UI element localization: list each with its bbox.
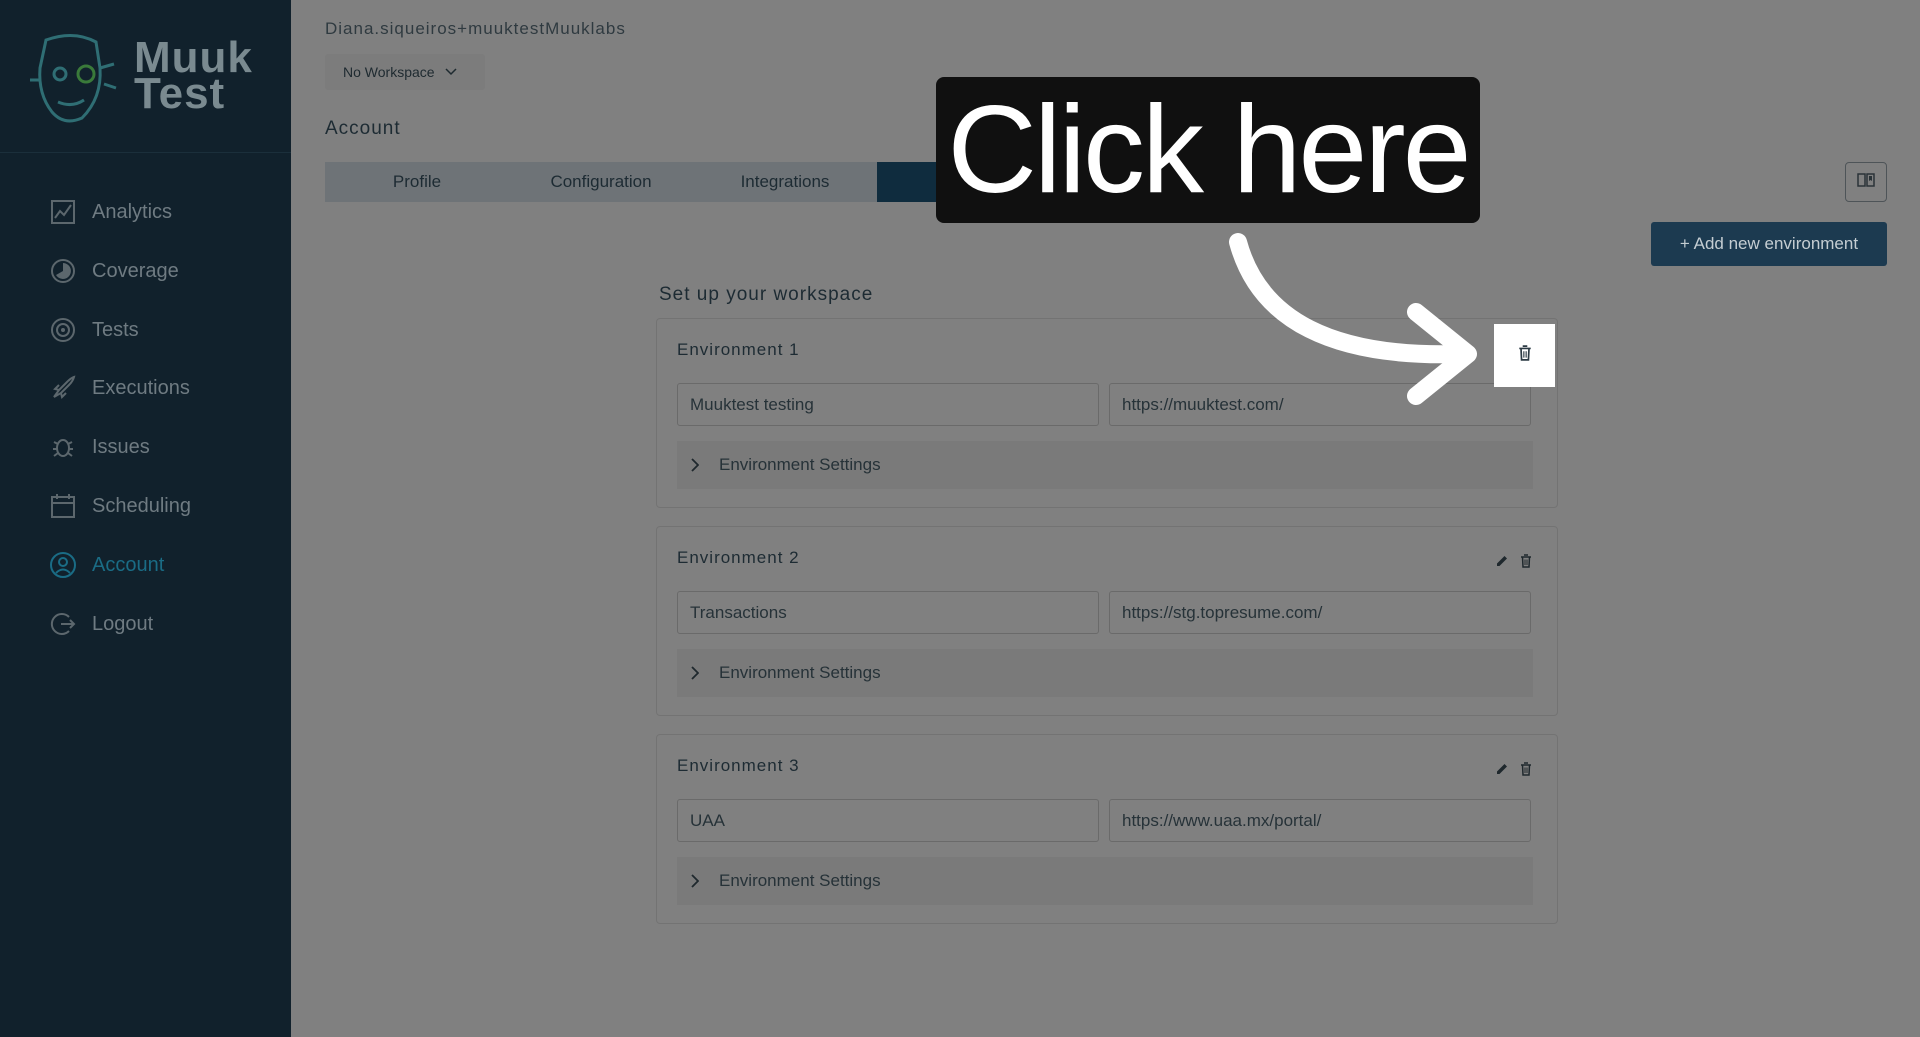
chevron-right-icon xyxy=(691,666,719,680)
book-help-button[interactable] xyxy=(1845,162,1887,202)
sidebar-item-scheduling[interactable]: Scheduling xyxy=(48,488,191,524)
coverage-icon xyxy=(48,256,78,286)
sidebar-item-label: Analytics xyxy=(92,200,173,223)
environment-actions xyxy=(1493,760,1535,778)
robot-face-logo-icon xyxy=(30,34,117,123)
environment-settings-toggle[interactable]: Environment Settings xyxy=(677,441,1533,489)
chevron-right-icon xyxy=(691,874,719,888)
trash-icon[interactable] xyxy=(1517,552,1535,570)
highlighted-delete-target[interactable] xyxy=(1494,324,1555,387)
sidebar: Muuk Test Analytics Coverage Tests Execu… xyxy=(0,0,291,1037)
sidebar-item-label: Executions xyxy=(92,376,190,399)
environment-card: Environment 3 UAA https://www.uaa.mx/por… xyxy=(656,734,1558,924)
tests-icon xyxy=(48,315,78,345)
environment-card: Environment 2 Transactions https://stg.t… xyxy=(656,526,1558,716)
environment-url-field[interactable]: https://www.uaa.mx/portal/ xyxy=(1109,799,1531,842)
environment-settings-toggle[interactable]: Environment Settings xyxy=(677,857,1533,905)
sidebar-item-label: Logout xyxy=(92,612,154,635)
sidebar-item-label: Issues xyxy=(92,435,150,458)
pointer-arrow-icon xyxy=(1229,233,1477,405)
trash-icon[interactable] xyxy=(1518,345,1532,366)
environment-name-field[interactable]: Transactions xyxy=(677,591,1099,634)
environment-settings-label: Environment Settings xyxy=(719,455,881,474)
sidebar-item-analytics[interactable]: Analytics xyxy=(48,194,172,230)
environment-settings-label: Environment Settings xyxy=(719,871,881,890)
sidebar-divider xyxy=(0,152,291,153)
user-email: Diana.siqueiros+muuktestMuuklabs xyxy=(325,19,626,38)
environment-url-field[interactable]: https://stg.topresume.com/ xyxy=(1109,591,1531,634)
sidebar-item-executions[interactable]: Executions xyxy=(48,370,190,406)
environment-title: Environment 1 xyxy=(677,340,800,359)
trash-icon[interactable] xyxy=(1517,760,1535,778)
add-new-environment-button[interactable]: + Add new environment xyxy=(1651,222,1887,266)
setup-workspace-title: Set up your workspace xyxy=(659,284,874,305)
sidebar-item-label: Coverage xyxy=(92,259,179,282)
sidebar-item-label: Scheduling xyxy=(92,494,191,517)
environment-name-field[interactable]: Muuktest testing xyxy=(677,383,1099,426)
analytics-icon xyxy=(48,197,78,227)
workspace-select[interactable]: No Workspace xyxy=(325,54,485,90)
bug-icon xyxy=(48,432,78,462)
click-here-callout: Click here xyxy=(936,77,1480,223)
tab-configuration[interactable]: Configuration xyxy=(509,162,693,202)
sidebar-item-label: Account xyxy=(92,553,165,576)
environment-title: Environment 3 xyxy=(677,756,800,775)
book-icon xyxy=(1857,172,1875,193)
sidebar-item-account[interactable]: Account xyxy=(48,547,164,583)
environment-name-field[interactable]: UAA xyxy=(677,799,1099,842)
rocket-icon xyxy=(48,373,78,403)
edit-pencil-icon[interactable] xyxy=(1493,552,1511,570)
sidebar-item-label: Tests xyxy=(92,318,139,341)
tab-integrations[interactable]: Integrations xyxy=(693,162,877,202)
environment-settings-label: Environment Settings xyxy=(719,663,881,682)
chevron-down-icon xyxy=(445,65,457,79)
muuktest-logo[interactable]: Muuk Test xyxy=(24,28,274,128)
page-title: Account xyxy=(325,118,401,139)
environment-actions xyxy=(1493,552,1535,570)
user-icon xyxy=(48,550,78,580)
workspace-select-value: No Workspace xyxy=(343,64,435,80)
sidebar-item-issues[interactable]: Issues xyxy=(48,429,150,465)
chevron-right-icon xyxy=(691,458,719,472)
tab-profile[interactable]: Profile xyxy=(325,162,509,202)
logout-icon xyxy=(48,609,78,639)
sidebar-item-coverage[interactable]: Coverage xyxy=(48,253,179,289)
logo-wordmark: Muuk Test xyxy=(134,36,253,116)
environment-settings-toggle[interactable]: Environment Settings xyxy=(677,649,1533,697)
edit-pencil-icon[interactable] xyxy=(1493,760,1511,778)
callout-text: Click here xyxy=(947,81,1471,219)
sidebar-item-logout[interactable]: Logout xyxy=(48,606,153,642)
environment-title: Environment 2 xyxy=(677,548,800,567)
sidebar-item-tests[interactable]: Tests xyxy=(48,312,139,348)
calendar-icon xyxy=(48,491,78,521)
